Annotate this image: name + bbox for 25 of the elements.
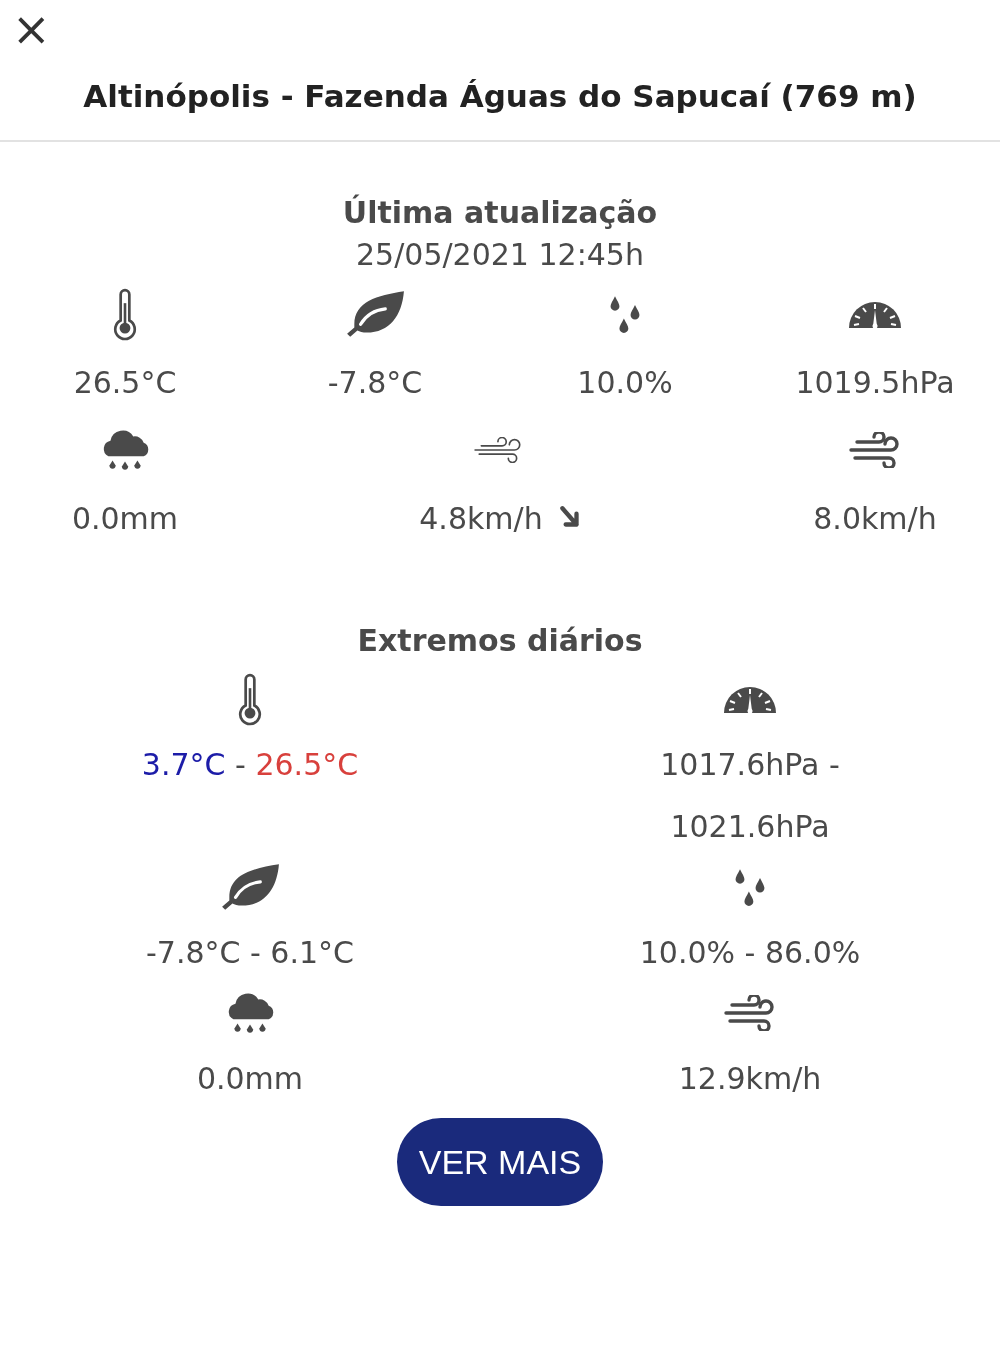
range-value: 12.9km/h: [678, 1060, 822, 1098]
range-value: 10.0% - 86.0%: [639, 934, 861, 972]
wind-icon: [849, 432, 901, 468]
reading-value: 8.0km/h: [813, 500, 937, 536]
reading-value: 0.0mm: [71, 500, 179, 536]
range-value: 3.7°C - 26.5°C: [141, 746, 359, 784]
more-button[interactable]: VER MAIS: [397, 1118, 603, 1206]
leaf-icon: [344, 289, 406, 339]
range-value: 0.0mm: [196, 1060, 304, 1098]
range-value: 1017.6hPa - 1021.6hPa: [659, 746, 841, 846]
range-value: -7.8°C - 6.1°C: [145, 934, 354, 972]
reading-value: 4.8km/h: [419, 500, 543, 536]
reading-value: 1019.5hPa: [795, 364, 955, 400]
water-drops-icon: [608, 294, 642, 334]
reading-value: 26.5°C: [73, 364, 177, 400]
update-timestamp: 25/05/2021 12:45h: [355, 236, 645, 274]
reading-value: -7.8°C: [327, 364, 423, 400]
wind-icon: [724, 995, 776, 1031]
close-button[interactable]: ×: [0, 8, 51, 50]
water-drops-icon: [733, 867, 767, 907]
station-title: Altinópolis - Fazenda Águas do Sapucaí (769 m): [82, 77, 918, 116]
section-heading: Extremos diários: [356, 622, 644, 660]
leaf-icon: [219, 862, 281, 912]
reading-value: 10.0%: [577, 364, 673, 400]
section-heading: Última atualização: [341, 193, 659, 232]
